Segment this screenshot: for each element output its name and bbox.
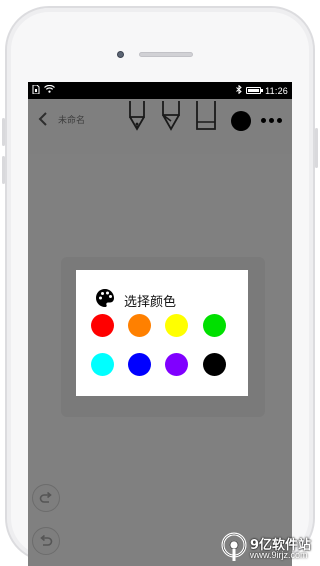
bluetooth-icon xyxy=(236,84,242,97)
back-arrow-icon[interactable] xyxy=(36,111,50,127)
color-swatch-cyan[interactable] xyxy=(91,353,114,376)
palette-icon xyxy=(96,289,114,307)
drawing-toolbar: 未命名 xyxy=(28,99,292,154)
fountain-pen-icon[interactable] xyxy=(126,101,148,145)
battery-icon xyxy=(246,87,264,94)
earpiece-speaker xyxy=(139,52,193,57)
volume-up-button xyxy=(2,118,5,146)
watermark: 9亿软件站 www.9irjz.com xyxy=(218,528,318,566)
dialog-title: 选择颜色 xyxy=(124,295,177,310)
battery-level xyxy=(248,89,260,92)
power-button xyxy=(315,128,318,168)
more-options-icon[interactable] xyxy=(261,118,282,123)
current-color-button[interactable] xyxy=(231,111,251,131)
front-camera xyxy=(117,51,124,58)
app-screen: 11:26 未命名 选择颜色 xyxy=(28,82,292,566)
highlighter-icon[interactable] xyxy=(194,101,218,145)
redo-icon xyxy=(39,491,52,503)
color-swatch-orange[interactable] xyxy=(128,314,151,337)
redo-button[interactable] xyxy=(32,484,60,512)
document-title: 未命名 xyxy=(58,116,86,126)
sim-icon xyxy=(32,84,40,97)
color-picker-dialog: 选择颜色 xyxy=(76,270,248,396)
watermark-url: www.9irjz.com xyxy=(250,550,308,560)
undo-button[interactable] xyxy=(32,527,60,555)
color-swatch-black[interactable] xyxy=(203,353,226,376)
color-swatch-blue[interactable] xyxy=(128,353,151,376)
status-bar: 11:26 xyxy=(28,82,292,99)
marker-icon[interactable] xyxy=(159,101,183,145)
color-swatch-green[interactable] xyxy=(203,314,226,337)
wifi-icon xyxy=(44,84,55,96)
volume-down-button xyxy=(2,156,5,184)
undo-icon xyxy=(40,534,53,546)
color-swatch-purple[interactable] xyxy=(165,353,188,376)
watermark-logo-icon xyxy=(221,532,247,561)
status-time: 11:26 xyxy=(265,85,288,96)
color-swatch-yellow[interactable] xyxy=(165,314,188,337)
color-swatch-red[interactable] xyxy=(91,314,114,337)
